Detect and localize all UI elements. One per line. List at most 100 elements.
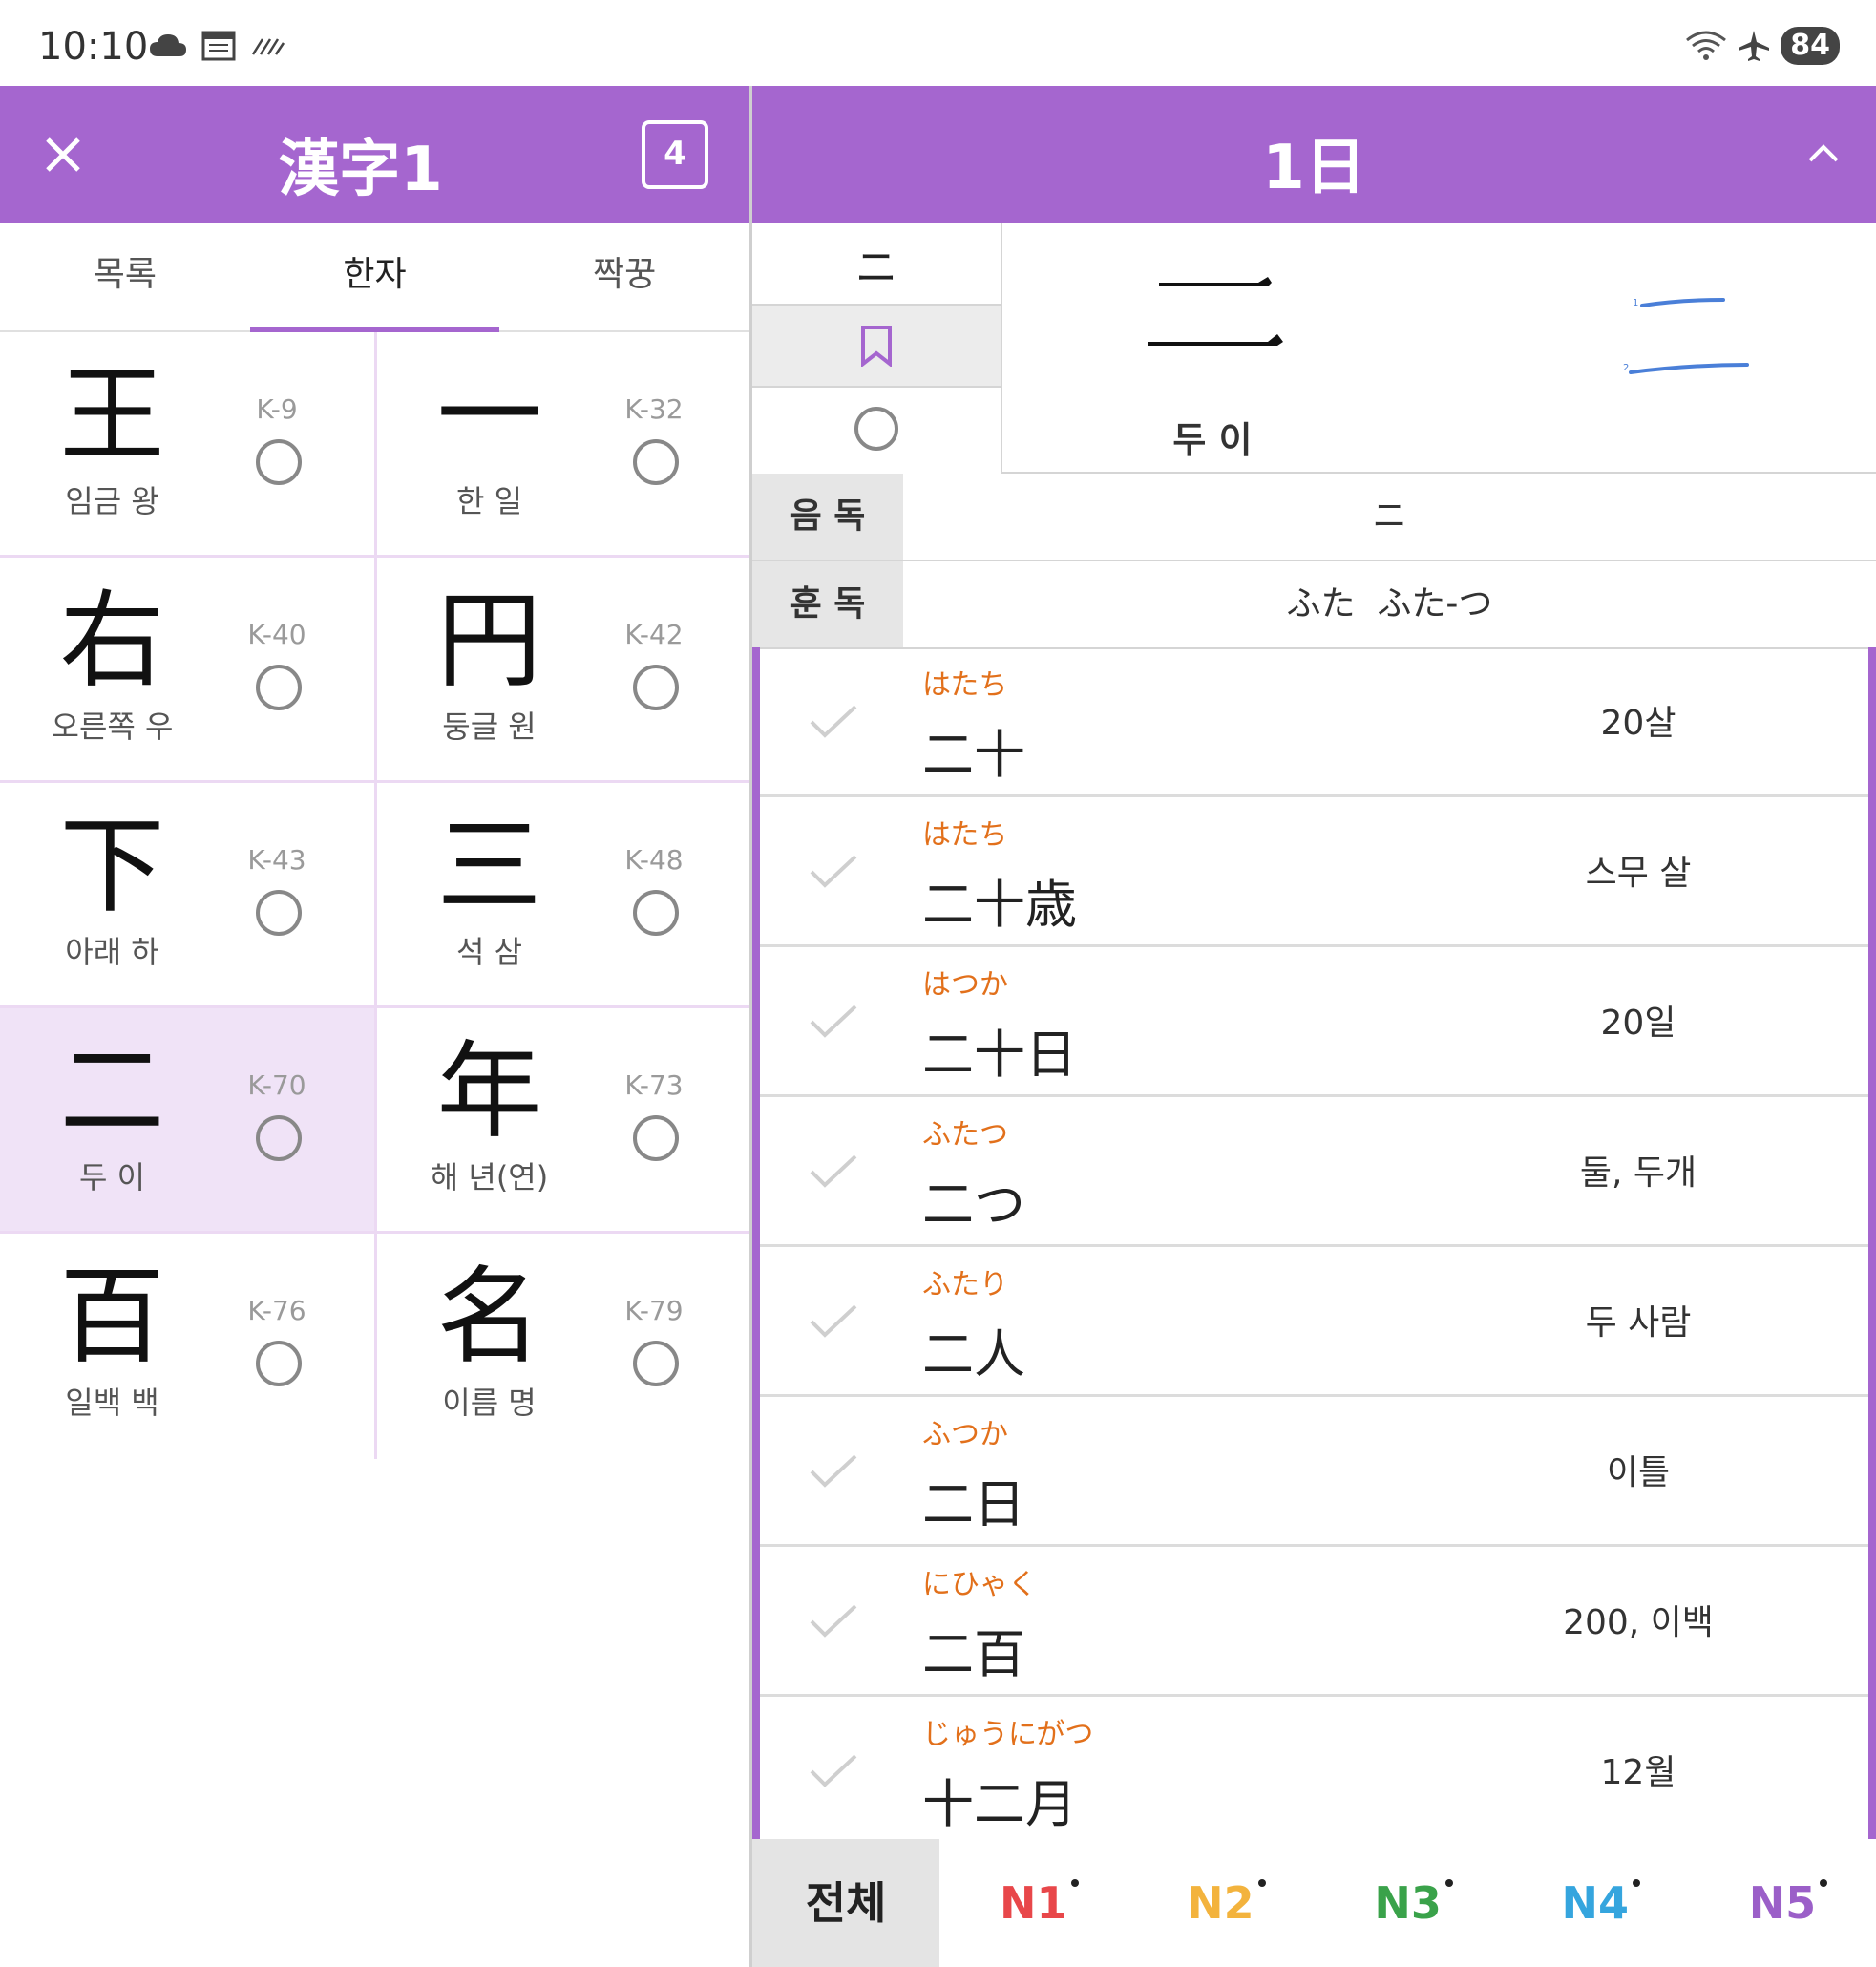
kanji-char: 三 (436, 805, 542, 927)
check-icon[interactable] (808, 703, 859, 741)
memorized-toggle[interactable] (633, 439, 679, 485)
kanji-display: 두 이 1 2 (1002, 223, 1876, 474)
word-kanji: 二日 (922, 1474, 1025, 1534)
on-reading-row: 음 독 ニ (752, 474, 1876, 561)
kanji-code: K-70 (247, 1069, 306, 1101)
grid-row: 二 두 이 K-70 年 해 년(연) K-73 (0, 1008, 749, 1234)
filter-n4[interactable]: N4 (1502, 1839, 1689, 1967)
kanji-card-selected[interactable]: 二 두 이 K-70 (0, 1008, 374, 1231)
word-kanji: 二十 (922, 725, 1025, 785)
check-icon[interactable] (808, 1003, 859, 1041)
kanji-char: 円 (436, 580, 542, 702)
word-row[interactable]: はたち 二十歳 스무 살 (760, 797, 1868, 947)
memorized-toggle[interactable] (633, 890, 679, 936)
word-meaning: 두 사람 (1585, 1303, 1692, 1343)
on-reading-value: ニ (1372, 497, 1407, 536)
word-row[interactable]: ふたつ 二つ 둘, 두개 (760, 1097, 1868, 1247)
word-row[interactable]: はつか 二十日 20일 (760, 947, 1868, 1097)
memorized-toggle[interactable] (256, 1115, 302, 1161)
filter-dot (1444, 1879, 1453, 1887)
kanji-card[interactable]: 一 한 일 K-32 (374, 332, 748, 555)
left-header: 漢字1 4 (0, 86, 749, 223)
battery-indicator: 84 (1781, 27, 1840, 65)
kanji-meaning: 이름 명 (442, 1385, 537, 1421)
word-row[interactable]: にひゃく 二百 200, 이백 (760, 1547, 1868, 1697)
word-meaning: 12월 (1600, 1753, 1676, 1792)
tab-kanji[interactable]: 한자 (249, 223, 500, 332)
word-row[interactable]: はたち 二十 20살 (760, 647, 1868, 797)
svg-text:2: 2 (1623, 363, 1629, 373)
word-row[interactable]: じゅうにがつ 十二月 12월 (760, 1697, 1868, 1839)
on-reading-label: 음 독 (752, 474, 903, 560)
kanji-meaning-large: 두 이 (1172, 419, 1253, 461)
memorized-toggle[interactable] (256, 439, 302, 485)
filter-dot (1633, 1879, 1641, 1887)
memorized-button[interactable] (752, 388, 1001, 470)
kanji-glyph-large (1148, 277, 1283, 346)
word-row[interactable]: ふつか 二日 이틀 (760, 1397, 1868, 1547)
bookmark-button[interactable] (752, 306, 1001, 388)
grid-row: 下 아래 하 K-43 三 석 삼 K-48 (0, 783, 749, 1008)
calendar-icon (201, 31, 236, 61)
memorized-toggle[interactable] (256, 665, 302, 710)
check-icon[interactable] (808, 853, 859, 891)
kun-reading-value: ふた ふた-つ (1286, 584, 1493, 624)
katakana-char: ニ (855, 243, 897, 292)
kanji-char: 一 (436, 354, 542, 476)
kanji-meaning: 둥글 원 (442, 709, 537, 745)
filter-n5[interactable]: N5 (1689, 1839, 1876, 1967)
kanji-card[interactable]: 年 해 년(연) K-73 (374, 1008, 748, 1231)
kanji-detail-panel: 1日 ニ 두 이 1 2 음 독 ニ 훈 독 ふた ふた-つ はたち 二十 20… (752, 86, 1876, 1967)
word-kanji: 二つ (922, 1174, 1025, 1235)
kanji-code: K-32 (624, 393, 684, 425)
memorized-toggle[interactable] (256, 1341, 302, 1386)
filter-n3[interactable]: N3 (1315, 1839, 1502, 1967)
katakana-cell[interactable]: ニ (752, 223, 1001, 306)
kanji-meaning: 해 년(연) (430, 1159, 549, 1195)
memorized-toggle[interactable] (633, 1341, 679, 1386)
wifi-icon (1686, 31, 1727, 60)
check-icon[interactable] (808, 1302, 859, 1341)
word-reading: はつか (922, 968, 1008, 1002)
kanji-code: K-76 (247, 1295, 306, 1326)
kun-reading-label: 훈 독 (752, 561, 903, 647)
filter-n4-label: N4 (1561, 1877, 1630, 1929)
set-title: 漢字1 (278, 135, 443, 205)
circle-icon (854, 407, 898, 451)
kanji-card[interactable]: 百 일백 백 K-76 (0, 1234, 374, 1459)
kanji-code: K-73 (624, 1069, 684, 1101)
memorized-toggle[interactable] (633, 665, 679, 710)
word-row[interactable]: ふたり 二人 두 사람 (760, 1247, 1868, 1397)
kanji-grid: 王 임금 왕 K-9 一 한 일 K-32 右 오른쪽 우 K-40 円 둥글 … (0, 332, 749, 1459)
tab-list[interactable]: 목록 (0, 223, 250, 330)
word-meaning: 200, 이백 (1563, 1603, 1714, 1642)
kanji-code: K-42 (624, 619, 684, 650)
chevron-up-icon[interactable] (1802, 134, 1844, 176)
jlpt-filter-bar: 전체 N1 N2 N3 N4 N5 (752, 1839, 1876, 1967)
kanji-code: K-43 (247, 844, 306, 876)
check-icon[interactable] (808, 1752, 859, 1790)
kanji-meaning: 아래 하 (65, 934, 159, 970)
kanji-card[interactable]: 三 석 삼 K-48 (374, 783, 748, 1005)
tab-bar: 목록 한자 짝꿍 (0, 223, 749, 332)
kanji-char: 王 (59, 354, 165, 476)
status-right-icons: 84 (1685, 27, 1840, 65)
kanji-card[interactable]: 名 이름 명 K-79 (374, 1234, 748, 1459)
filter-n1[interactable]: N1 (939, 1839, 1127, 1967)
kanji-card[interactable]: 下 아래 하 K-43 (0, 783, 374, 1005)
check-icon[interactable] (808, 1153, 859, 1191)
kanji-char: 百 (59, 1256, 165, 1378)
tab-pair[interactable]: 짝꿍 (499, 223, 749, 330)
check-icon[interactable] (808, 1602, 859, 1640)
memorized-toggle[interactable] (633, 1115, 679, 1161)
kanji-card[interactable]: 円 둥글 원 K-42 (374, 558, 748, 780)
filter-all[interactable]: 전체 (752, 1839, 940, 1967)
filter-n2[interactable]: N2 (1127, 1839, 1314, 1967)
kanji-char: 右 (59, 580, 165, 702)
kanji-card[interactable]: 右 오른쪽 우 K-40 (0, 558, 374, 780)
memorized-toggle[interactable] (256, 890, 302, 936)
check-icon[interactable] (808, 1452, 859, 1491)
filter-n1-label: N1 (1000, 1877, 1067, 1929)
kanji-card[interactable]: 王 임금 왕 K-9 (0, 332, 374, 555)
count-badge[interactable]: 4 (642, 120, 708, 189)
